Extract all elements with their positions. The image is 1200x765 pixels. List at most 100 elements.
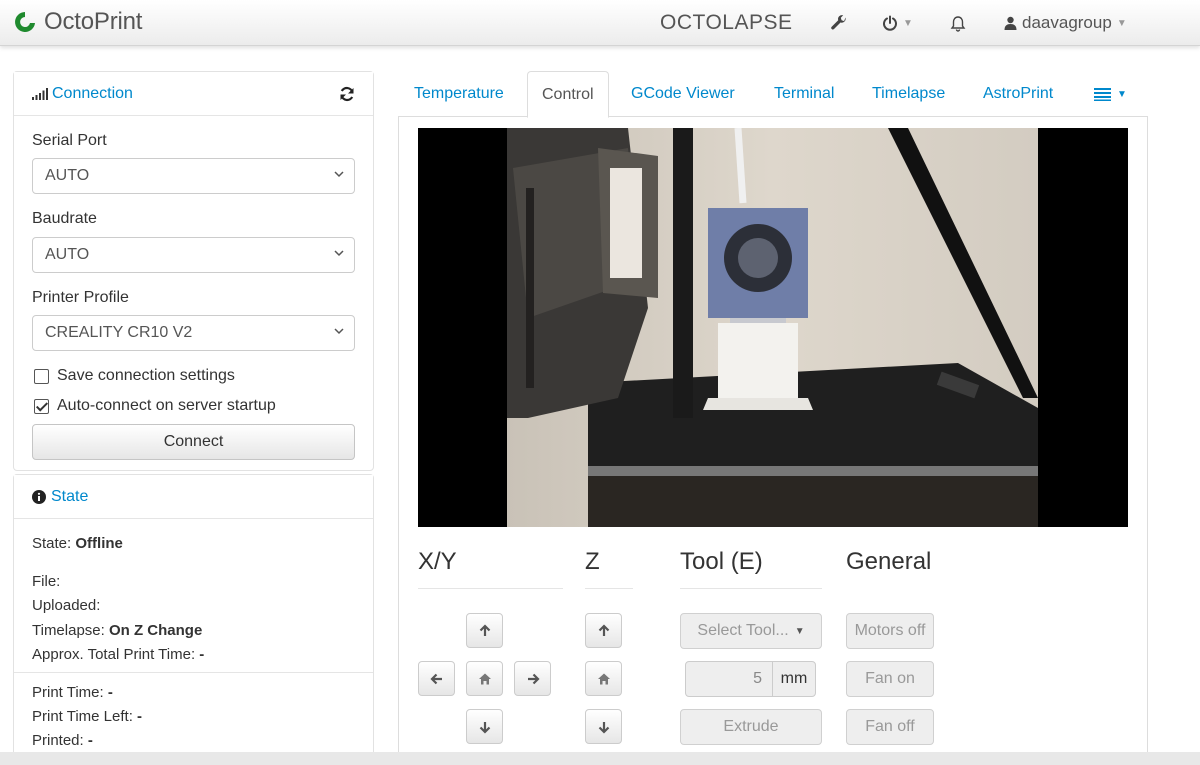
fan-on-button[interactable]: Fan on: [846, 661, 934, 697]
brand[interactable]: OctoPrint: [12, 8, 142, 36]
z-section-title: Z: [585, 548, 600, 575]
wrench-icon: [831, 15, 846, 30]
autoconnect-label: Auto-connect on server startup: [57, 397, 276, 414]
main-tabs: Temperature Control GCode Viewer Termina…: [398, 71, 1148, 118]
state-timelapse-label: Timelapse:: [32, 622, 105, 639]
printer-profile-value: CREALITY CR10 V2: [45, 324, 193, 341]
connection-panel: Connection Serial Port AUTO Baudrate AUT…: [13, 71, 374, 471]
state-print-time-label: Print Time:: [32, 684, 104, 701]
state-timelapse: Timelapse: On Z Change: [32, 622, 202, 639]
connection-header[interactable]: Connection: [14, 72, 373, 116]
home-icon: [478, 673, 491, 684]
arrow-left-icon: [429, 673, 442, 684]
tab-astroprint[interactable]: AstroPrint: [983, 71, 1053, 117]
printer-profile-select[interactable]: CREALITY CR10 V2: [32, 315, 355, 351]
state-print-time-value: -: [107, 684, 113, 701]
brand-name: OctoPrint: [44, 8, 143, 35]
chevron-down-icon: [334, 250, 344, 257]
user-icon: [1004, 16, 1017, 30]
jog-y-plus-button[interactable]: [466, 613, 503, 648]
serial-port-select[interactable]: AUTO: [32, 158, 355, 194]
settings-button[interactable]: [830, 0, 848, 46]
chevron-down-icon: [334, 171, 344, 178]
general-section-title: General: [846, 548, 932, 575]
state-file: File:: [32, 573, 61, 590]
select-tool-dropdown[interactable]: Select Tool... ▼: [680, 613, 822, 649]
autoconnect-row[interactable]: Auto-connect on server startup: [34, 397, 276, 415]
baudrate-label: Baudrate: [32, 210, 97, 227]
arrow-up-icon: [479, 623, 490, 636]
jog-x-minus-button[interactable]: [418, 661, 455, 696]
z-divider: [585, 588, 633, 589]
tab-control[interactable]: Control: [527, 71, 609, 118]
tool-section-title: Tool (E): [680, 548, 763, 575]
extrude-amount-input[interactable]: 5: [685, 661, 773, 697]
state-panel: State State: Offline File: Uploaded: Tim…: [13, 474, 374, 765]
state-print-time: Print Time: -: [32, 684, 113, 701]
xy-divider: [418, 588, 563, 589]
state-status: State: Offline: [32, 535, 123, 552]
tab-timelapse[interactable]: Timelapse: [872, 71, 945, 117]
extrude-button[interactable]: Extrude: [680, 709, 822, 745]
tab-terminal[interactable]: Terminal: [774, 71, 834, 117]
jog-z-plus-button[interactable]: [585, 613, 622, 648]
signal-icon: [32, 87, 48, 100]
username: daavagroup: [1022, 13, 1112, 32]
info-icon: [32, 489, 46, 504]
state-printed-value: -: [87, 732, 93, 749]
webcam-stream: [418, 128, 1128, 527]
save-settings-row[interactable]: Save connection settings: [34, 367, 235, 385]
tab-gcode-viewer[interactable]: GCode Viewer: [631, 71, 735, 117]
state-header[interactable]: State: [14, 475, 373, 519]
home-xy-button[interactable]: [466, 661, 503, 696]
home-z-button[interactable]: [585, 661, 622, 696]
xy-section-title: X/Y: [418, 548, 457, 575]
jog-z-minus-button[interactable]: [585, 709, 622, 744]
home-icon: [597, 673, 610, 684]
state-time-left-value: -: [137, 708, 143, 725]
serial-port-label: Serial Port: [32, 132, 107, 149]
tab-more[interactable]: ▼: [1094, 71, 1127, 117]
state-title: State: [51, 487, 89, 505]
state-approx-value: -: [199, 646, 205, 663]
bell-icon: [950, 15, 966, 32]
jog-y-minus-button[interactable]: [466, 709, 503, 744]
baudrate-select[interactable]: AUTO: [32, 237, 355, 273]
webcam-image: [418, 128, 1128, 527]
system-menu-button[interactable]: ▼: [882, 0, 913, 46]
caret-down-icon: ▼: [794, 625, 805, 637]
user-menu[interactable]: daavagroup ▼: [1004, 0, 1127, 46]
state-approx-label: Approx. Total Print Time:: [32, 646, 196, 663]
arrow-down-icon: [598, 721, 609, 734]
bottom-strip: [0, 752, 1200, 765]
notifications-button[interactable]: [950, 0, 966, 46]
state-uploaded: Uploaded:: [32, 597, 101, 614]
arrow-up-icon: [598, 623, 609, 636]
octolapse-link[interactable]: OCTOLAPSE: [660, 0, 793, 46]
tab-temperature[interactable]: Temperature: [414, 71, 504, 117]
state-status-label: State:: [32, 535, 72, 552]
select-tool-label: Select Tool...: [697, 622, 789, 639]
hamburger-icon: [1094, 88, 1111, 101]
octoprint-logo-icon: [15, 12, 35, 32]
refresh-icon[interactable]: [339, 86, 355, 102]
save-settings-label: Save connection settings: [57, 367, 235, 384]
chevron-down-icon: [334, 328, 344, 335]
connect-button[interactable]: Connect: [32, 424, 355, 460]
motors-off-button[interactable]: Motors off: [846, 613, 934, 649]
caret-down-icon: ▼: [1116, 17, 1127, 29]
state-timelapse-value: On Z Change: [108, 622, 203, 639]
state-time-left: Print Time Left: -: [32, 708, 142, 725]
power-icon: [883, 15, 897, 31]
arrow-right-icon: [527, 673, 540, 684]
save-settings-checkbox[interactable]: [34, 368, 49, 384]
caret-down-icon: ▼: [1117, 88, 1127, 100]
jog-x-plus-button[interactable]: [514, 661, 551, 696]
state-time-left-label: Print Time Left:: [32, 708, 133, 725]
caret-down-icon: ▼: [903, 17, 913, 29]
autoconnect-checkbox[interactable]: [34, 398, 49, 414]
tool-divider: [680, 588, 822, 589]
fan-off-button[interactable]: Fan off: [846, 709, 934, 745]
state-printed: Printed: -: [32, 732, 93, 749]
baudrate-value: AUTO: [45, 246, 90, 263]
